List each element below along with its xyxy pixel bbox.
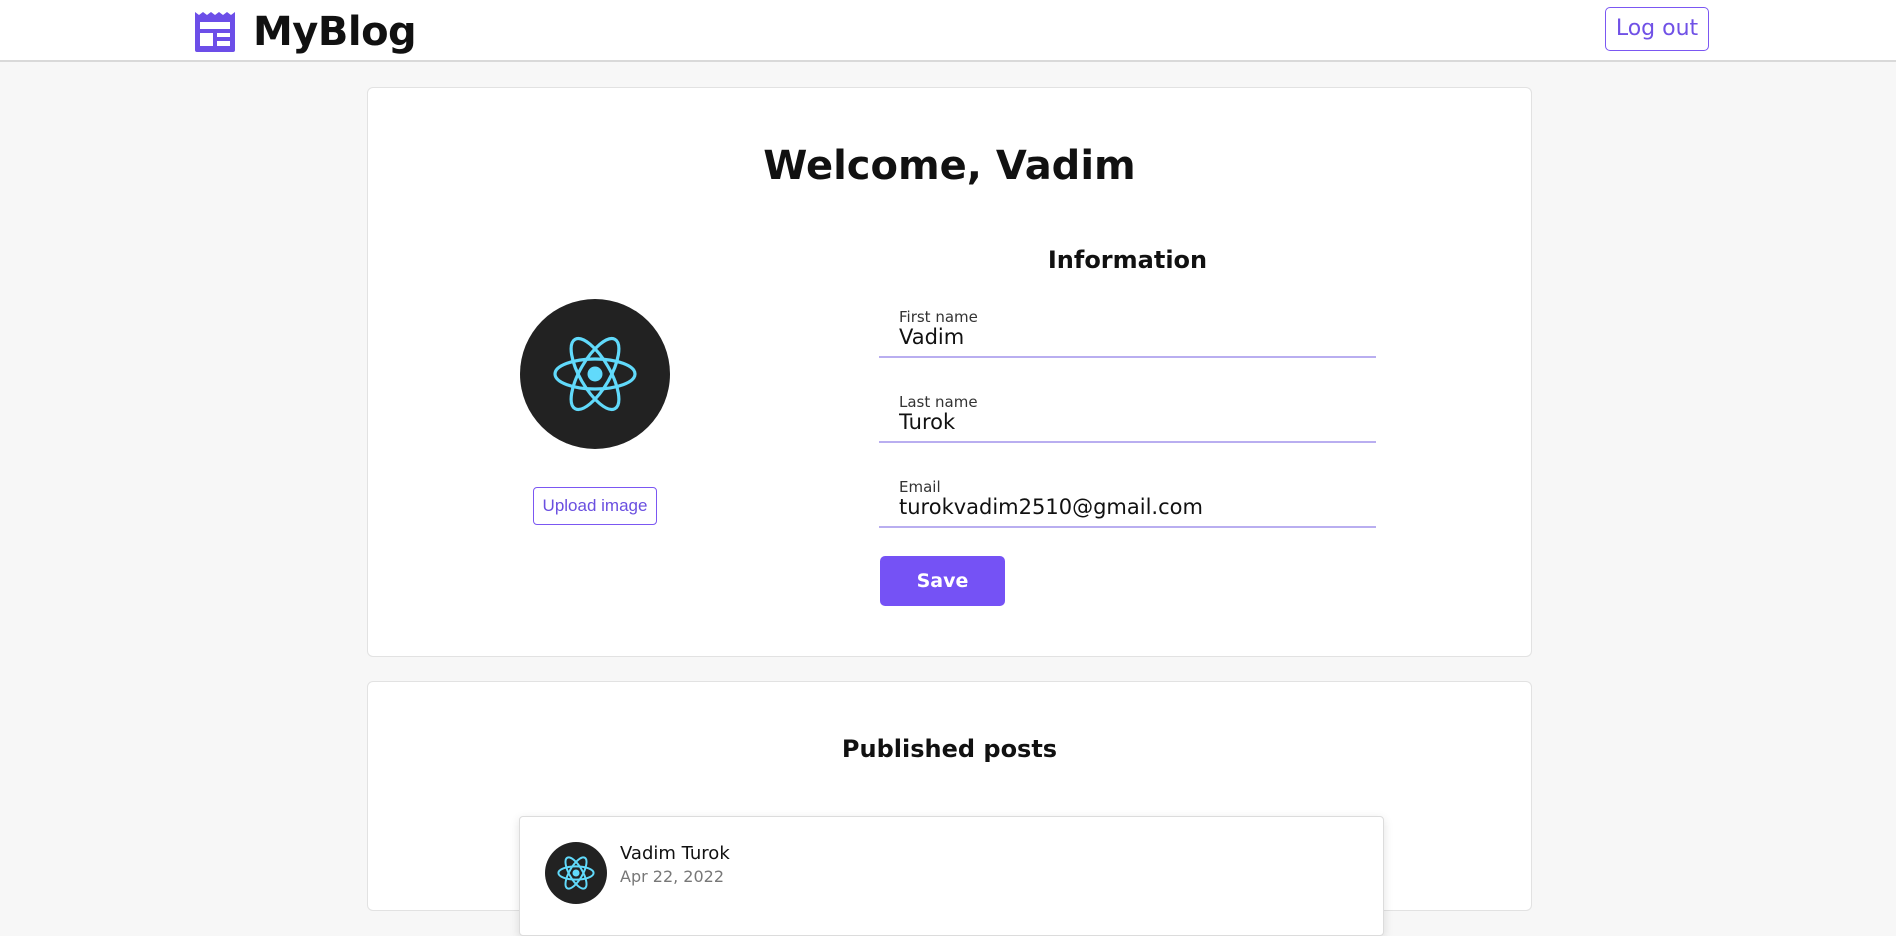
published-posts-card: Published posts Vadim Turok Apr 22, 2022 [367, 681, 1532, 936]
welcome-heading: Welcome, Vadim [763, 143, 1136, 189]
post-date: Apr 22, 2022 [620, 867, 725, 886]
first-name-input[interactable] [899, 325, 1359, 349]
logout-button[interactable]: Log out [1605, 7, 1709, 51]
top-navbar: MyBlog Log out [0, 0, 1896, 62]
upload-image-button[interactable]: Upload image [533, 487, 657, 525]
email-label: Email [899, 478, 941, 496]
brand-name: MyBlog [253, 9, 417, 55]
post-author-name: Vadim Turok [620, 843, 730, 864]
first-name-field: First name [879, 298, 1376, 358]
post-card[interactable]: Vadim Turok Apr 22, 2022 [519, 816, 1384, 936]
first-name-label: First name [899, 308, 978, 326]
published-posts-heading: Published posts [841, 735, 1058, 763]
react-logo-icon [553, 336, 637, 412]
react-logo-icon [557, 856, 595, 890]
last-name-input[interactable] [899, 410, 1359, 434]
information-heading: Information [1047, 246, 1208, 274]
profile-card: Welcome, Vadim Upload image Information … [367, 87, 1532, 657]
avatar [520, 299, 670, 449]
newspaper-icon [195, 12, 235, 52]
email-input[interactable] [899, 495, 1359, 519]
save-button[interactable]: Save [880, 556, 1005, 606]
last-name-field: Last name [879, 383, 1376, 443]
post-author-avatar [545, 842, 607, 904]
last-name-label: Last name [899, 393, 978, 411]
email-field: Email [879, 468, 1376, 528]
brand-logo[interactable]: MyBlog [193, 9, 417, 55]
